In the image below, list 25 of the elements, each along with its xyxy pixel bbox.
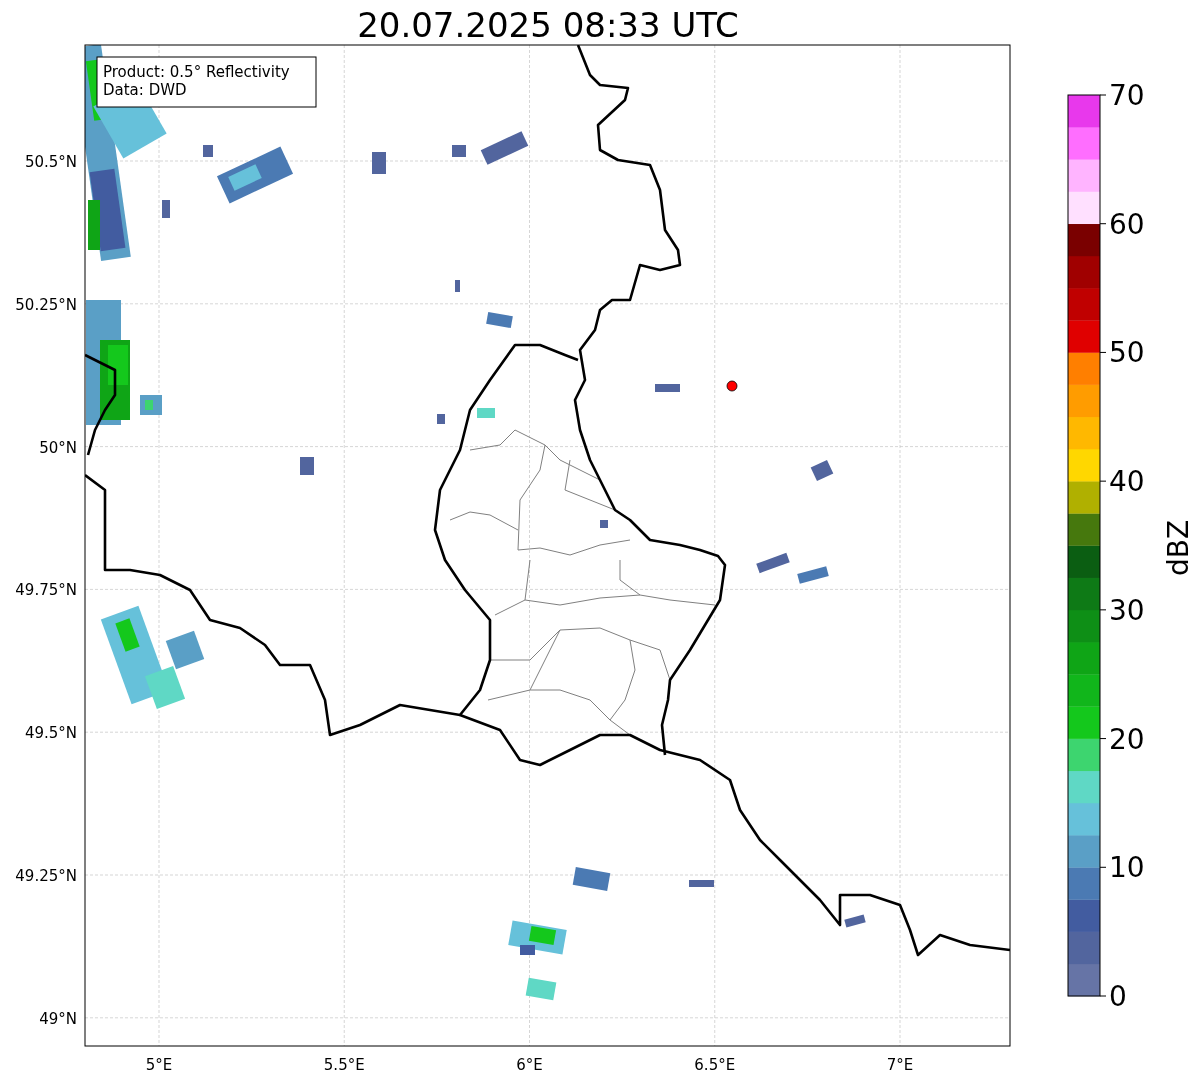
colorbar-tick-label: 60 <box>1109 207 1145 241</box>
longitude-label: 7°E <box>886 1056 914 1074</box>
info-text: Product: 0.5° Reflectivity <box>103 63 290 81</box>
colorbar-tick-label: 20 <box>1109 722 1145 756</box>
latitude-label: 49.75°N <box>15 581 77 600</box>
latitude-label: 50°N <box>39 438 77 457</box>
colorbar-label: dBZ <box>1162 519 1195 577</box>
info-text: Data: DWD <box>103 81 187 99</box>
colorbar-tick-label: 0 <box>1109 980 1127 1013</box>
radar-site-marker <box>726 380 738 392</box>
colorbar-tick-label: 70 <box>1109 79 1145 112</box>
longitude-label: 5.5°E <box>323 1056 365 1074</box>
latitude-label: 50.25°N <box>15 295 77 314</box>
latitude-label: 49.5°N <box>24 724 77 743</box>
latitude-label: 49.25°N <box>15 867 77 885</box>
map-title: 20.07.2025 08:33 UTC <box>357 5 739 45</box>
latitude-label: 49°N <box>39 1009 77 1028</box>
longitude-label: 5°E <box>145 1056 173 1074</box>
longitude-label: 6°E <box>516 1056 543 1074</box>
colorbar-tick-label: 10 <box>1109 851 1145 885</box>
colorbar-tick-label: 40 <box>1109 465 1145 499</box>
colorbar-tick-label: 30 <box>1109 593 1145 627</box>
longitude-label: 6.5°E <box>694 1056 736 1074</box>
colorbar-tick-label: 50 <box>1109 336 1145 370</box>
latitude-label: 50.5°N <box>24 153 77 171</box>
